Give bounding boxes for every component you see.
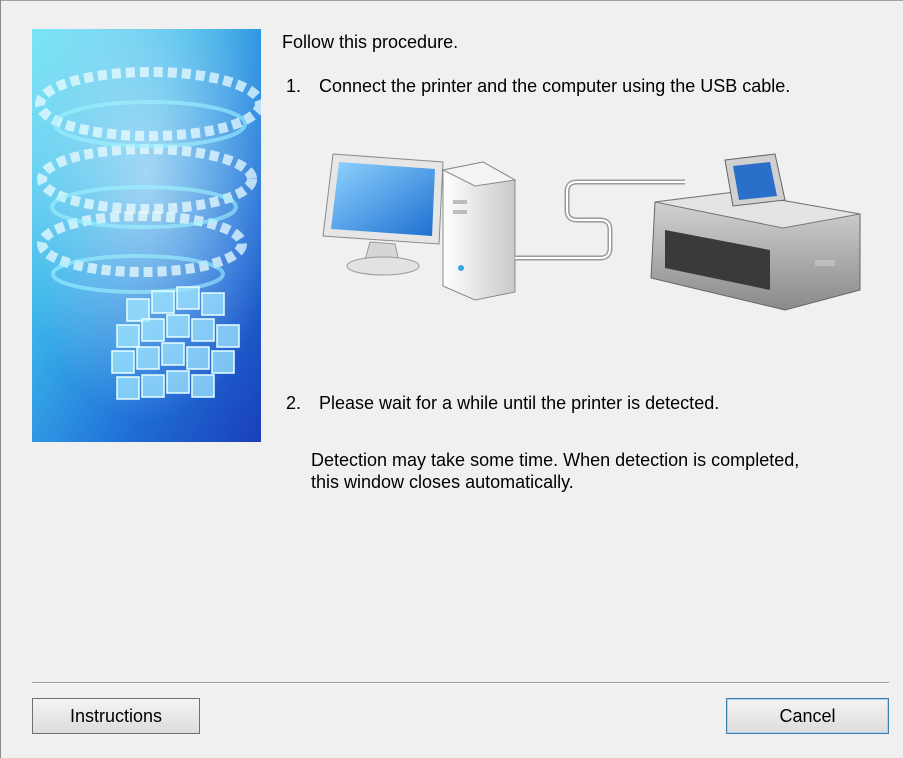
printer-icon [650,153,861,311]
desktop-computer-icon [322,153,517,301]
connection-diagram [315,140,865,340]
step-1-number: 1. [286,76,302,96]
banner-image [32,29,261,442]
detection-note: Detection may take some time. When detec… [311,449,871,493]
window-top-border [0,0,903,1]
step-1-text: Connect the printer and the computer usi… [319,76,791,96]
step-2: 2. Please wait for a while until the prin… [286,392,719,414]
cancel-button[interactable]: Cancel [726,698,889,734]
instructions-button[interactable]: Instructions [32,698,200,734]
detection-note-line-1: Detection may take some time. When detec… [311,450,800,470]
footer-divider [32,682,889,684]
window-left-border [0,0,1,758]
step-2-number: 2. [286,393,302,413]
instruction-heading: Follow this procedure. [282,32,459,52]
detection-note-line-2: this window closes automatically. [311,472,574,492]
step-2-text: Please wait for a while until the printe… [319,393,720,413]
step-1: 1. Connect the printer and the computer u… [286,75,790,97]
